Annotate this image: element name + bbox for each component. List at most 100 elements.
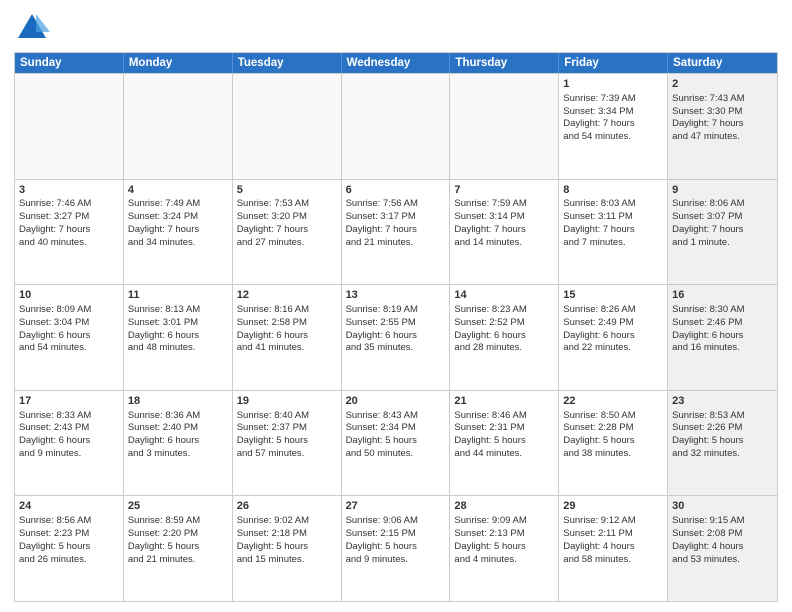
day-number: 27	[346, 499, 446, 514]
cal-cell-3-6: 23Sunrise: 8:53 AMSunset: 2:26 PMDayligh…	[668, 391, 777, 496]
day-info-line: Daylight: 7 hours	[454, 224, 554, 237]
day-info-line: Sunrise: 8:43 AM	[346, 410, 446, 423]
day-info-line: Sunset: 3:01 PM	[128, 317, 228, 330]
cal-cell-2-0: 10Sunrise: 8:09 AMSunset: 3:04 PMDayligh…	[15, 285, 124, 390]
day-info-line: Sunrise: 7:53 AM	[237, 198, 337, 211]
day-info-line: and 38 minutes.	[563, 448, 663, 461]
day-info-line: Daylight: 7 hours	[672, 224, 773, 237]
day-info-line: Daylight: 5 hours	[563, 435, 663, 448]
day-info-line: Sunset: 2:26 PM	[672, 422, 773, 435]
cal-cell-1-0: 3Sunrise: 7:46 AMSunset: 3:27 PMDaylight…	[15, 180, 124, 285]
day-number: 11	[128, 288, 228, 303]
day-info-line: and 14 minutes.	[454, 237, 554, 250]
day-info-line: and 9 minutes.	[19, 448, 119, 461]
cal-cell-0-3	[342, 74, 451, 179]
day-info-line: Sunrise: 9:12 AM	[563, 515, 663, 528]
cal-cell-4-6: 30Sunrise: 9:15 AMSunset: 2:08 PMDayligh…	[668, 496, 777, 601]
day-info-line: Sunrise: 9:15 AM	[672, 515, 773, 528]
cal-cell-1-3: 6Sunrise: 7:56 AMSunset: 3:17 PMDaylight…	[342, 180, 451, 285]
day-info-line: Daylight: 7 hours	[672, 118, 773, 131]
day-number: 7	[454, 183, 554, 198]
header-day-thursday: Thursday	[450, 53, 559, 73]
day-info-line: Sunset: 2:43 PM	[19, 422, 119, 435]
day-info-line: Sunset: 3:17 PM	[346, 211, 446, 224]
cal-cell-1-6: 9Sunrise: 8:06 AMSunset: 3:07 PMDaylight…	[668, 180, 777, 285]
day-info-line: Sunset: 2:13 PM	[454, 528, 554, 541]
day-info-line: Sunset: 2:34 PM	[346, 422, 446, 435]
day-info-line: Daylight: 5 hours	[237, 435, 337, 448]
day-info-line: Sunrise: 7:46 AM	[19, 198, 119, 211]
day-info-line: Sunset: 3:14 PM	[454, 211, 554, 224]
cal-row-3: 17Sunrise: 8:33 AMSunset: 2:43 PMDayligh…	[15, 390, 777, 496]
cal-row-2: 10Sunrise: 8:09 AMSunset: 3:04 PMDayligh…	[15, 284, 777, 390]
cal-cell-4-0: 24Sunrise: 8:56 AMSunset: 2:23 PMDayligh…	[15, 496, 124, 601]
day-info-line: and 48 minutes.	[128, 342, 228, 355]
day-number: 19	[237, 394, 337, 409]
day-info-line: Sunrise: 8:26 AM	[563, 304, 663, 317]
day-info-line: Sunrise: 8:06 AM	[672, 198, 773, 211]
header-day-monday: Monday	[124, 53, 233, 73]
day-number: 30	[672, 499, 773, 514]
day-info-line: Daylight: 5 hours	[346, 541, 446, 554]
day-number: 25	[128, 499, 228, 514]
day-info-line: Daylight: 6 hours	[672, 330, 773, 343]
cal-cell-2-6: 16Sunrise: 8:30 AMSunset: 2:46 PMDayligh…	[668, 285, 777, 390]
day-number: 3	[19, 183, 119, 198]
day-info-line: and 47 minutes.	[672, 131, 773, 144]
day-info-line: Sunrise: 7:43 AM	[672, 93, 773, 106]
calendar-header: SundayMondayTuesdayWednesdayThursdayFrid…	[15, 53, 777, 73]
cal-cell-1-5: 8Sunrise: 8:03 AMSunset: 3:11 PMDaylight…	[559, 180, 668, 285]
day-info-line: Sunset: 2:15 PM	[346, 528, 446, 541]
day-info-line: Sunset: 2:31 PM	[454, 422, 554, 435]
day-info-line: and 1 minute.	[672, 237, 773, 250]
day-info-line: Sunrise: 8:03 AM	[563, 198, 663, 211]
day-info-line: Sunset: 3:27 PM	[19, 211, 119, 224]
calendar-body: 1Sunrise: 7:39 AMSunset: 3:34 PMDaylight…	[15, 73, 777, 601]
cal-cell-3-2: 19Sunrise: 8:40 AMSunset: 2:37 PMDayligh…	[233, 391, 342, 496]
cal-cell-3-4: 21Sunrise: 8:46 AMSunset: 2:31 PMDayligh…	[450, 391, 559, 496]
cal-cell-0-4	[450, 74, 559, 179]
day-info-line: Sunset: 3:20 PM	[237, 211, 337, 224]
day-info-line: Sunrise: 8:36 AM	[128, 410, 228, 423]
day-info-line: Sunset: 2:23 PM	[19, 528, 119, 541]
day-info-line: Sunset: 2:11 PM	[563, 528, 663, 541]
day-number: 14	[454, 288, 554, 303]
day-info-line: Daylight: 6 hours	[346, 330, 446, 343]
day-info-line: Sunset: 2:46 PM	[672, 317, 773, 330]
day-info-line: and 58 minutes.	[563, 554, 663, 567]
cal-cell-3-1: 18Sunrise: 8:36 AMSunset: 2:40 PMDayligh…	[124, 391, 233, 496]
cal-cell-2-2: 12Sunrise: 8:16 AMSunset: 2:58 PMDayligh…	[233, 285, 342, 390]
day-info-line: Daylight: 5 hours	[454, 541, 554, 554]
cal-cell-3-3: 20Sunrise: 8:43 AMSunset: 2:34 PMDayligh…	[342, 391, 451, 496]
day-info-line: Sunset: 2:58 PM	[237, 317, 337, 330]
day-info-line: and 27 minutes.	[237, 237, 337, 250]
day-info-line: Sunrise: 7:39 AM	[563, 93, 663, 106]
header-day-wednesday: Wednesday	[342, 53, 451, 73]
day-info-line: Daylight: 5 hours	[454, 435, 554, 448]
day-info-line: Sunset: 2:52 PM	[454, 317, 554, 330]
day-info-line: and 54 minutes.	[19, 342, 119, 355]
day-info-line: Sunset: 3:04 PM	[19, 317, 119, 330]
day-info-line: Daylight: 5 hours	[672, 435, 773, 448]
day-info-line: Sunset: 3:34 PM	[563, 106, 663, 119]
day-info-line: and 15 minutes.	[237, 554, 337, 567]
day-info-line: and 32 minutes.	[672, 448, 773, 461]
day-number: 20	[346, 394, 446, 409]
day-info-line: Sunset: 3:07 PM	[672, 211, 773, 224]
day-info-line: Sunrise: 8:50 AM	[563, 410, 663, 423]
day-number: 13	[346, 288, 446, 303]
cal-cell-0-1	[124, 74, 233, 179]
day-info-line: Daylight: 6 hours	[128, 435, 228, 448]
day-info-line: Sunrise: 8:09 AM	[19, 304, 119, 317]
day-info-line: and 3 minutes.	[128, 448, 228, 461]
header-day-friday: Friday	[559, 53, 668, 73]
cal-row-1: 3Sunrise: 7:46 AMSunset: 3:27 PM Daylight…	[15, 179, 777, 285]
day-info-line: and 4 minutes.	[454, 554, 554, 567]
cal-cell-0-2	[233, 74, 342, 179]
header-day-sunday: Sunday	[15, 53, 124, 73]
day-info-line: Daylight: 6 hours	[128, 330, 228, 343]
day-info-line: Sunrise: 9:02 AM	[237, 515, 337, 528]
day-info-line: Daylight: 5 hours	[346, 435, 446, 448]
cal-row-4: 24Sunrise: 8:56 AMSunset: 2:23 PMDayligh…	[15, 495, 777, 601]
day-info-line: Sunrise: 8:23 AM	[454, 304, 554, 317]
